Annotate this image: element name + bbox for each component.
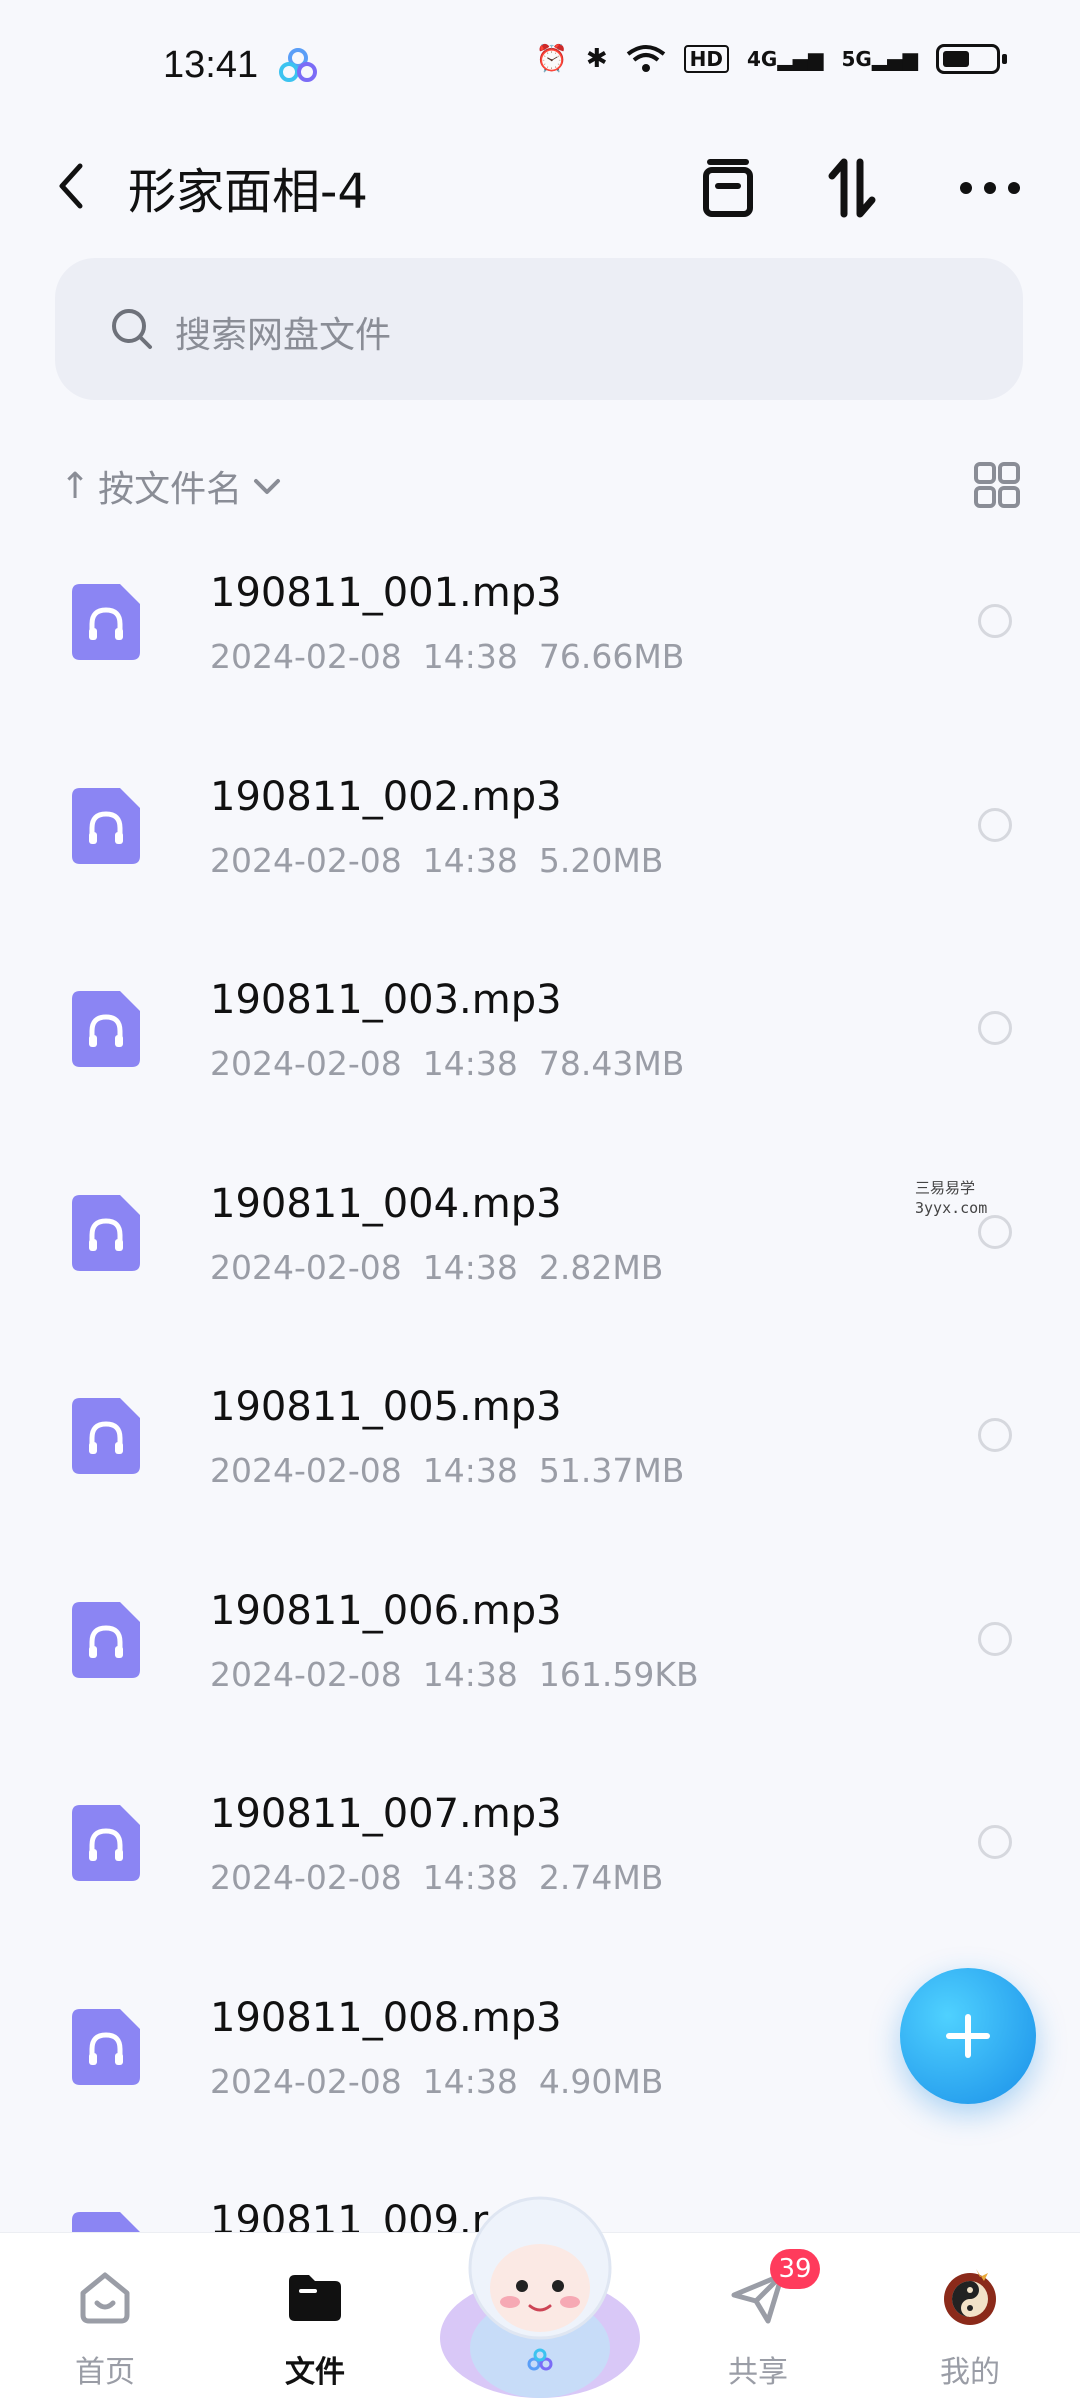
file-meta: 2024-02-08 14:38 78.43MB [210,1044,685,1083]
page-title: 形家面相-4 [128,164,368,220]
file-name: 190811_008.mp3 [210,1994,562,2041]
archive-icon[interactable] [688,148,768,228]
folder-icon [289,2275,341,2321]
select-radio[interactable] [978,1418,1012,1452]
list-item[interactable]: 190811_001.mp3 2024-02-08 14:38 76.66MB [0,540,1080,744]
audio-file-icon [72,1601,140,1678]
nav-profile[interactable]: 我的 [910,2255,1030,2395]
avatar-icon [944,2269,996,2325]
list-item[interactable]: 190811_005.mp3 2024-02-08 14:38 51.37MB [0,1354,1080,1558]
chevron-down-icon [254,479,281,494]
search-bar[interactable]: 搜索网盘文件 [55,258,1023,400]
nav-share-label: 共享 [728,2355,788,2390]
file-name: 190811_001.mp3 [210,570,562,616]
select-radio[interactable] [978,1621,1012,1656]
file-list: 190811_001.mp3 2024-02-08 14:38 76.66MB … [0,540,1080,2372]
file-meta: 2024-02-08 14:38 51.37MB [210,1451,685,1490]
sort-dropdown[interactable]: ↑ 按文件名 [60,460,284,512]
signal-5g-icon: 5G ▂▄▆ [841,47,919,71]
status-bar: 13:41 ⏰ ✱ HD 4G ▂▄▆ 5G ▂▄▆ [0,0,1080,130]
signal-4g-icon: 4G ▂▄▆ [747,47,824,71]
sort-bar: ↑ 按文件名 [0,450,1080,520]
plus-icon [946,2014,990,2058]
add-button[interactable] [900,1968,1036,2104]
hd-icon: HD [683,45,729,73]
system-icons: ⏰ ✱ HD 4G ▂▄▆ 5G ▂▄▆ [535,44,1007,74]
audio-file-icon [72,787,140,864]
file-meta: 2024-02-08 14:38 5.20MB [210,840,664,880]
nav-home[interactable]: 首页 [45,2255,165,2395]
wifi-icon [626,44,666,74]
nav-files-label: 文件 [285,2355,345,2390]
home-icon [80,2272,130,2324]
nav-share[interactable]: 39 共享 [698,2249,820,2395]
sort-transfer-icon[interactable] [812,148,892,228]
list-item[interactable]: 190811_006.mp3 2024-02-08 14:38 161.59KB [0,1558,1080,1762]
search-placeholder: 搜索网盘文件 [175,315,392,356]
file-name: 190811_006.mp3 [210,1587,562,1634]
sort-arrow-icon: ↑ [60,465,91,507]
audio-file-icon [72,991,140,1067]
bluetooth-icon: ✱ [585,44,608,74]
file-name: 190811_005.mp3 [210,1384,562,1430]
select-radio[interactable] [978,1214,1012,1249]
file-meta: 2024-02-08 14:38 2.74MB [210,1858,664,1897]
select-radio[interactable] [978,1825,1012,1859]
file-meta: 2024-02-08 14:38 76.66MB [210,637,685,676]
sort-label: 按文件名 [98,469,243,510]
file-name: 190811_003.mp3 [210,977,562,1023]
watermark: 三易易学 3yyx.com [915,1179,988,1217]
nav-files[interactable]: 文件 [255,2255,375,2395]
app-cloud-icon [279,48,317,82]
audio-file-icon [72,2008,140,2085]
more-icon[interactable] [950,148,1030,228]
nav-profile-label: 我的 [940,2355,1000,2390]
status-time: 13:41 [163,44,259,86]
nav-home-label: 首页 [75,2355,135,2390]
audio-file-icon [72,584,140,660]
file-meta: 2024-02-08 14:38 161.59KB [210,1654,699,1694]
select-radio[interactable] [978,807,1012,842]
mascot-icon[interactable] [430,2178,650,2400]
file-name: 190811_004.mp3 [210,1180,562,1227]
alarm-icon: ⏰ [535,44,568,74]
battery-icon [936,44,1007,74]
list-item[interactable]: 190811_007.mp3 2024-02-08 14:38 2.74MB [0,1761,1080,1965]
file-name: 190811_007.mp3 [210,1791,562,1837]
list-item[interactable]: 190811_002.mp3 2024-02-08 14:38 5.20MB [0,744,1080,948]
select-radio[interactable] [978,1011,1012,1045]
search-icon [112,309,152,349]
list-item[interactable]: 190811_003.mp3 2024-02-08 14:38 78.43MB [0,947,1080,1151]
file-meta: 2024-02-08 14:38 2.82MB [210,1247,664,1287]
audio-file-icon [72,1805,140,1881]
chevron-left-icon[interactable] [50,156,90,216]
select-radio[interactable] [978,604,1012,638]
share-badge: 39 [770,2249,820,2289]
app-bar: 形家面相-4 [0,130,1080,250]
file-meta: 2024-02-08 14:38 4.90MB [210,2061,664,2101]
audio-file-icon [72,1194,140,1271]
grid-view-icon[interactable] [972,460,1022,510]
audio-file-icon [72,1398,140,1474]
file-name: 190811_002.mp3 [210,773,562,820]
